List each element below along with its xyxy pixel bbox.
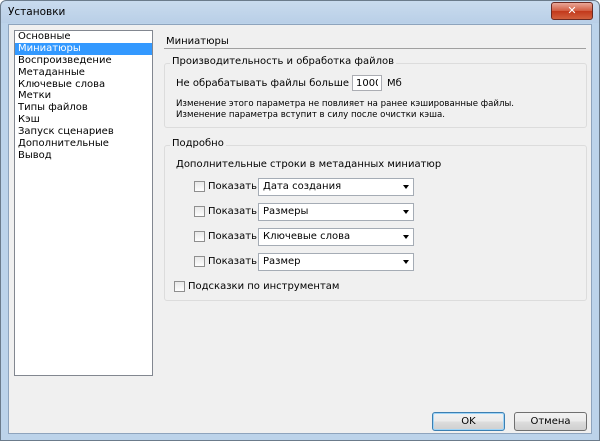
sidebar-item-general[interactable]: Основные (15, 31, 152, 43)
close-button[interactable]: ✕ (551, 2, 593, 20)
sidebar-item-file-types[interactable]: Типы файлов (15, 102, 152, 114)
chevron-down-icon (403, 260, 409, 264)
max-file-size-label: Не обрабатывать файлы больше чем: (176, 78, 376, 89)
show-row-3-checkbox[interactable] (194, 231, 205, 242)
sidebar-item-advanced[interactable]: Дополнительные (15, 138, 152, 150)
ok-button[interactable]: OK (432, 412, 505, 431)
show-row-4-select[interactable]: Размер (258, 253, 414, 271)
page-title: Миниатюры (166, 36, 229, 47)
show-row-2-label: Показать: (208, 206, 261, 217)
chevron-down-icon (403, 235, 409, 239)
details-group-label: Подробно (170, 138, 226, 149)
cache-note-line-1: Изменение этого параметра не повлияет на… (176, 99, 514, 109)
sidebar-item-startup-scripts[interactable]: Запуск сценариев (15, 126, 152, 138)
sidebar-item-output[interactable]: Вывод (15, 150, 152, 162)
show-row-3-value: Ключевые слова (263, 231, 351, 242)
window-title: Установки (8, 6, 66, 18)
show-row-3-select[interactable]: Ключевые слова (258, 228, 414, 246)
max-file-size-input[interactable] (352, 75, 382, 91)
performance-group-label: Производительность и обработка файлов (170, 56, 397, 67)
sidebar-item-metadata[interactable]: Метаданные (15, 67, 152, 79)
chevron-down-icon (403, 210, 409, 214)
show-row-1-value: Дата создания (263, 181, 342, 192)
show-row-4-value: Размер (263, 256, 301, 267)
show-row-1-select[interactable]: Дата создания (258, 178, 414, 196)
tooltips-checkbox[interactable] (174, 281, 185, 292)
show-row-3-label: Показать: (208, 231, 261, 242)
show-row-1-checkbox[interactable] (194, 181, 205, 192)
sidebar-item-playback[interactable]: Воспроизведение (15, 55, 152, 67)
preferences-window: Установки ✕ Основные Миниатюры Воспроизв… (0, 0, 600, 441)
cache-note-line-2: Изменение параметра вступит в силу после… (176, 110, 446, 120)
title-divider (164, 48, 586, 49)
show-row-1-label: Показать: (208, 181, 261, 192)
sidebar-item-labels[interactable]: Метки (15, 90, 152, 102)
category-list[interactable]: Основные Миниатюры Воспроизведение Метад… (14, 30, 153, 376)
cancel-button[interactable]: Отмена (514, 412, 587, 431)
sidebar-item-keywords[interactable]: Ключевые слова (15, 79, 152, 91)
details-subtitle: Дополнительные строки в метаданных миниа… (176, 159, 442, 170)
max-file-size-unit: Мб (387, 78, 402, 89)
dialog-body: Основные Миниатюры Воспроизведение Метад… (8, 24, 592, 434)
chevron-down-icon (403, 185, 409, 189)
show-row-2-checkbox[interactable] (194, 206, 205, 217)
show-row-2-value: Размеры (263, 206, 309, 217)
show-row-4-label: Показать: (208, 256, 261, 267)
show-row-4-checkbox[interactable] (194, 256, 205, 267)
close-icon: ✕ (567, 4, 577, 17)
show-row-2-select[interactable]: Размеры (258, 203, 414, 221)
sidebar-item-thumbnails[interactable]: Миниатюры (15, 42, 152, 55)
title-bar[interactable]: Установки ✕ (1, 1, 599, 23)
tooltips-label[interactable]: Подсказки по инструментам (188, 281, 339, 292)
sidebar-item-cache[interactable]: Кэш (15, 114, 152, 126)
